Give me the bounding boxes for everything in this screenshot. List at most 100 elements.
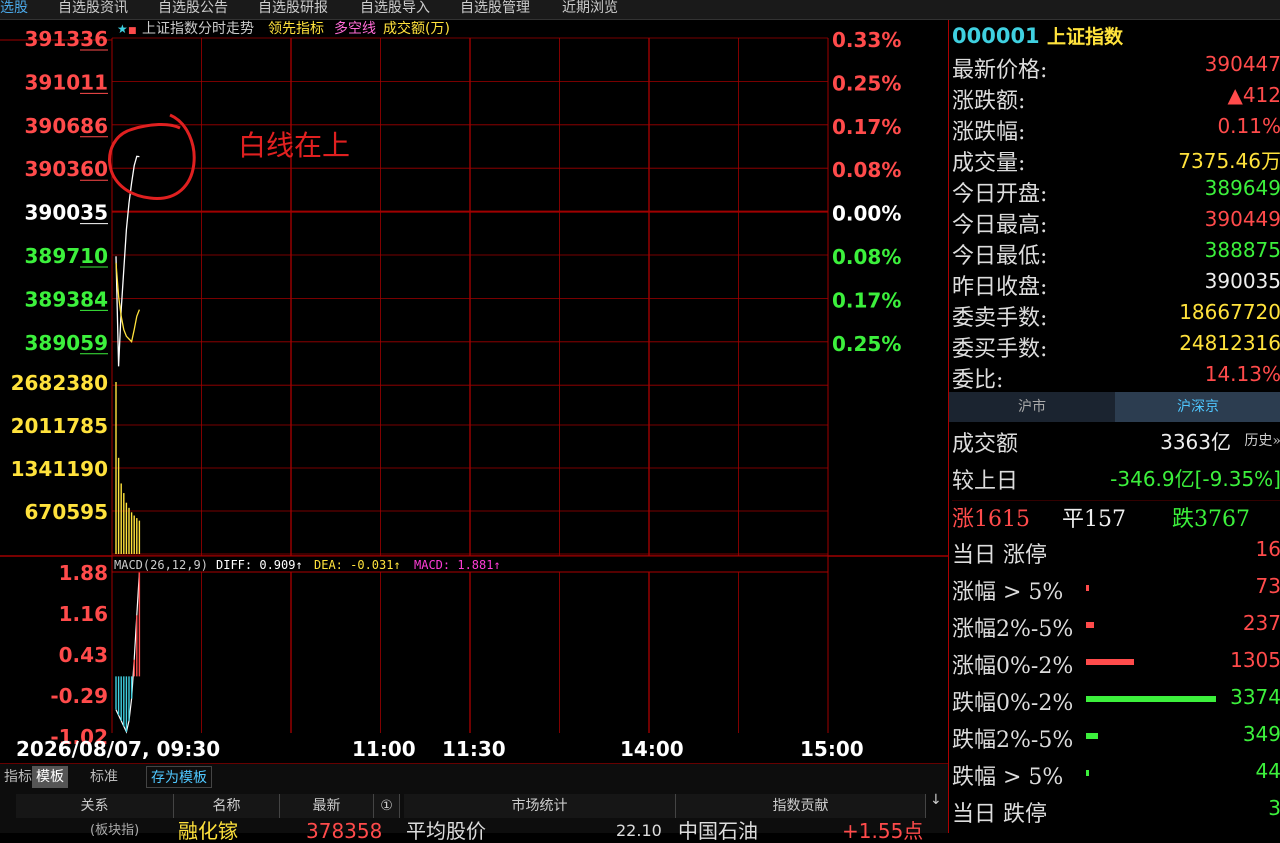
top-nav: 选股 自选股资讯 自选股公告 自选股研报 自选股导入 自选股管理 近期浏览 (0, 0, 1280, 20)
nav-item-recent[interactable]: 近期浏览 (562, 0, 618, 16)
price-label: 389710 (25, 244, 109, 268)
time-label: 11:30 (442, 737, 506, 761)
pct-label: 0.33% (832, 28, 901, 52)
breadth-value: 237 (1242, 611, 1280, 635)
breadth-row: 涨幅0%-2% 1305 (952, 648, 1280, 679)
avg-line (115, 262, 141, 344)
volume-label: 670595 (25, 500, 109, 524)
breadth-label: 跌幅0%-2% (952, 691, 1074, 716)
row-name[interactable]: 融化镓 (178, 820, 238, 842)
breadth-label: 当日 涨停 (952, 543, 1047, 568)
flat-count: 平157 (1062, 507, 1126, 532)
volume-label: 1341190 (11, 457, 108, 481)
breadth-label: 涨幅2%-5% (952, 617, 1074, 642)
quote-row: 今日最低: 388875 (952, 238, 1280, 269)
percent-axis: 0.33% 0.25% 0.17% 0.08% 0.00% 0.08% 0.17% 0.25% (832, 28, 901, 356)
volume-label: 2011785 (11, 414, 108, 438)
breadth-value: 1305 (1230, 648, 1280, 672)
pct-label: 0.08% (832, 158, 901, 182)
macd-label: -0.29 (50, 684, 108, 708)
index-code: 000001 (952, 24, 1040, 48)
indicator-longshort: 多空线 (334, 20, 376, 37)
save-template-button[interactable]: 存为模板 (146, 766, 212, 788)
nav-item-watchlist-manage[interactable]: 自选股管理 (460, 0, 530, 16)
history-link[interactable]: 历史» (1244, 430, 1280, 450)
breadth-label: 跌幅2%-5% (952, 728, 1074, 753)
breadth-value: 3374 (1230, 685, 1280, 709)
nav-item-watchlist-research[interactable]: 自选股研报 (258, 0, 328, 16)
col-relation[interactable]: 关系 (16, 794, 174, 818)
volume-label: 2682380 (11, 371, 108, 395)
breadth-value: 73 (1255, 574, 1280, 598)
quote-value: 18667720 (1179, 300, 1280, 324)
col-info[interactable]: ① (374, 794, 400, 818)
nav-item-watchlist-import[interactable]: 自选股导入 (360, 0, 430, 16)
pct-label: 0.17% (832, 115, 901, 139)
updown-count-row: 涨1615 平157 跌3767 (952, 500, 1280, 532)
tab-shanghai[interactable]: 沪市 (949, 392, 1115, 422)
nav-item-watchlist-news[interactable]: 自选股资讯 (58, 0, 128, 16)
breadth-row: 跌幅0%-2% 3374 (952, 685, 1280, 716)
quote-value: 390447 (1204, 52, 1280, 76)
pct-label: 0.00% (832, 202, 901, 226)
breadth-value: 16 (1255, 537, 1280, 561)
annotation-circle (108, 113, 196, 200)
col-name[interactable]: 名称 (174, 794, 280, 818)
tab-shsz-bj[interactable]: 沪深京 (1115, 392, 1280, 422)
macd-dea: DEA: -0.031↑ (314, 558, 401, 572)
breadth-label: 当日 跌停 (952, 802, 1047, 827)
col-index-contrib[interactable]: 指数贡献 (676, 794, 926, 818)
quote-value: 390035 (1204, 269, 1280, 293)
breadth-row: 涨幅 > 5% 73 (952, 574, 1280, 605)
quote-label: 今日最低: (952, 244, 1048, 269)
quote-row: 昨日收盘: 390035 (952, 269, 1280, 300)
breadth-label: 涨幅0%-2% (952, 654, 1074, 679)
quote-row: 委卖手数: 18667720 (952, 300, 1280, 331)
pct-label: 0.25% (832, 71, 901, 95)
tab-template[interactable]: 模板 (32, 766, 68, 788)
breadth-label: 涨幅 > 5% (952, 580, 1064, 605)
quote-label: 委卖手数: (952, 306, 1048, 331)
quote-value: 390449 (1204, 207, 1280, 231)
pct-label: 0.08% (832, 245, 901, 269)
breadth-row: 当日 跌停 3 (952, 796, 1280, 827)
row-relation: (板块指) (90, 823, 140, 838)
quote-panel: 000001 上证指数 最新价格: 390447 涨跌额: ▲412 涨跌幅: 0.11%… (948, 20, 1280, 833)
quote-row: 委买手数: 24812316 (952, 331, 1280, 362)
quote-label: 委比: (952, 368, 1004, 393)
quote-row: 涨跌额: ▲412 (952, 83, 1280, 114)
price-label: 390686 (25, 114, 109, 138)
row-contrib-name[interactable]: 中国石油 (678, 820, 758, 842)
breadth-bar (1086, 622, 1094, 628)
vs-prev-value: -346.9亿[-9.35%] (1110, 467, 1280, 491)
market-tabs: 沪市 沪深京 (949, 392, 1280, 422)
price-label: 389059 (25, 331, 109, 355)
price-label: 390035 (25, 201, 109, 225)
quote-row: 今日开盘: 389649 (952, 176, 1280, 207)
quote-value: 389649 (1204, 176, 1280, 200)
quote-label: 成交量: (952, 151, 1026, 176)
macd-label: 1.16 (59, 602, 108, 626)
quote-title: 000001 上证指数 (952, 22, 1123, 49)
col-latest[interactable]: 最新 (280, 794, 374, 818)
macd-line (115, 571, 140, 734)
intraday-chart[interactable]: 391336 391011 390686 390360 390035 389710 3893… (0, 20, 948, 763)
pct-label: 0.17% (832, 288, 901, 312)
breadth-row: 涨幅2%-5% 237 (952, 611, 1280, 642)
breadth-row: 当日 涨停 16 (952, 537, 1280, 568)
tab-indicator[interactable]: 指标 (0, 766, 36, 788)
nav-item-watchlist-notices[interactable]: 自选股公告 (158, 0, 228, 16)
breadth-value: 44 (1255, 759, 1280, 783)
marker-icon: ■ (128, 26, 137, 36)
price-label: 389384 (25, 287, 109, 311)
quote-value: ▲412 (1227, 83, 1280, 107)
tab-standard[interactable]: 标准 (86, 766, 122, 788)
down-count: 跌3767 (1172, 507, 1250, 532)
quote-label: 昨日收盘: (952, 275, 1048, 300)
quote-row: 涨跌幅: 0.11% (952, 114, 1280, 145)
nav-item-选股[interactable]: 选股 (0, 0, 28, 16)
breadth-row: 跌幅 > 5% 44 (952, 759, 1280, 790)
row-contrib-value: +1.55点 (842, 819, 924, 843)
col-market-stats[interactable]: 市场统计 (404, 794, 676, 818)
scroll-down-icon[interactable]: ↓ (930, 792, 942, 808)
